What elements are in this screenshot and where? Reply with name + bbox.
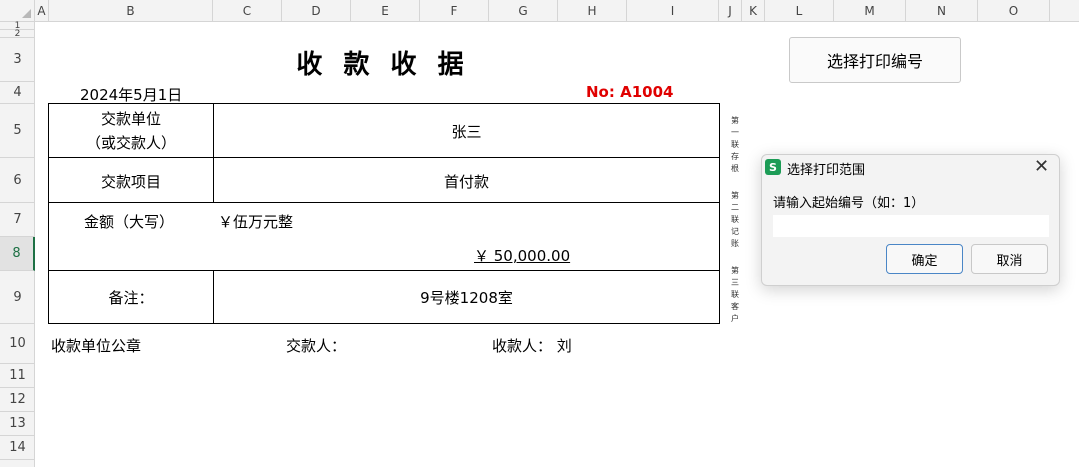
row-header-12[interactable]: 12 [0,388,35,412]
footer-seal: 收款单位公章 [51,337,142,355]
receipt-number: No: A1004 [586,83,674,101]
column-header-bar: A B C D E F G H I J K L M N O [0,0,1079,22]
row-header-10[interactable]: 10 [0,324,35,364]
column-header-g[interactable]: G [489,0,558,22]
column-header-m[interactable]: M [834,0,906,22]
column-header-b[interactable]: B [49,0,213,22]
select-print-number-button[interactable]: 选择打印编号 [789,37,961,83]
table-border-bottom [48,323,720,324]
row-header-5[interactable]: 5 [0,104,35,158]
side-note-customer: 第三联客户 [731,266,739,323]
row-header-14[interactable]: 14 [0,436,35,460]
row-header-bar: 1 2 3 4 5 6 7 8 9 10 11 12 13 14 [0,21,35,467]
column-header-k[interactable]: K [742,0,765,22]
table-border-row8 [48,270,720,271]
row-header-6[interactable]: 6 [0,158,35,203]
table-border-row6 [48,202,720,203]
amount-label: 金额（大写） [84,213,175,231]
row-header-4[interactable]: 4 [0,82,35,104]
payer-value: 张三 [451,123,482,141]
column-header-f[interactable]: F [420,0,489,22]
column-header-a[interactable]: A [35,0,49,22]
remark-label: 备注： [108,289,154,307]
column-header-o[interactable]: O [978,0,1050,22]
side-note-stub: 第一联存根 [731,116,739,173]
remark-value: 9号楼1208室 [420,289,513,307]
row-header-13[interactable]: 13 [0,412,35,436]
row-header-2[interactable]: 2 [0,29,35,39]
row-header-9[interactable]: 9 [0,271,35,324]
column-header-n[interactable]: N [906,0,978,22]
item-label: 交款项目 [100,173,161,191]
column-header-h[interactable]: H [558,0,627,22]
column-header-l[interactable]: L [765,0,834,22]
row-header-7[interactable]: 7 [0,203,35,237]
amount-number: ￥ 50,000.00 [474,247,571,265]
receipt-title: 收 款 收 据 [296,50,470,80]
column-header-e[interactable]: E [351,0,420,22]
table-border-top [48,103,720,104]
table-border-row5 [48,157,720,158]
dialog-prompt: 请输入起始编号（如：1） [773,196,925,211]
close-icon[interactable]: ✕ [1034,156,1049,177]
ok-button[interactable]: 确定 [886,244,963,274]
start-number-input[interactable] [773,215,1049,237]
corner-triangle-icon [22,9,31,18]
column-header-d[interactable]: D [282,0,351,22]
row-header-11[interactable]: 11 [0,364,35,388]
footer-payee: 收款人： 刘 [492,337,572,355]
row-header-8[interactable]: 8 [0,237,35,271]
cancel-button[interactable]: 取消 [971,244,1048,274]
payer-label: 交款单位 [100,110,161,128]
column-header-j[interactable]: J [719,0,742,22]
amount-in-words: ￥伍万元整 [218,213,294,231]
dialog-title: 选择打印范围 [787,163,866,178]
column-header-c[interactable]: C [213,0,282,22]
footer-payer: 交款人： [286,337,347,355]
table-border-right [719,103,720,324]
column-header-i[interactable]: I [627,0,719,22]
row-header-3[interactable]: 3 [0,38,35,82]
select-all-corner[interactable] [0,0,35,22]
item-value: 首付款 [443,173,489,191]
side-note-accounting: 第二联记账 [731,191,739,248]
receipt-date: 2024年5月1日 [80,86,183,104]
payer-label-sub: （或交款人） [85,134,176,152]
app-logo-icon: S [765,159,781,175]
print-range-dialog: S 选择打印范围 ✕ 请输入起始编号（如：1） 确定 取消 [761,154,1060,286]
